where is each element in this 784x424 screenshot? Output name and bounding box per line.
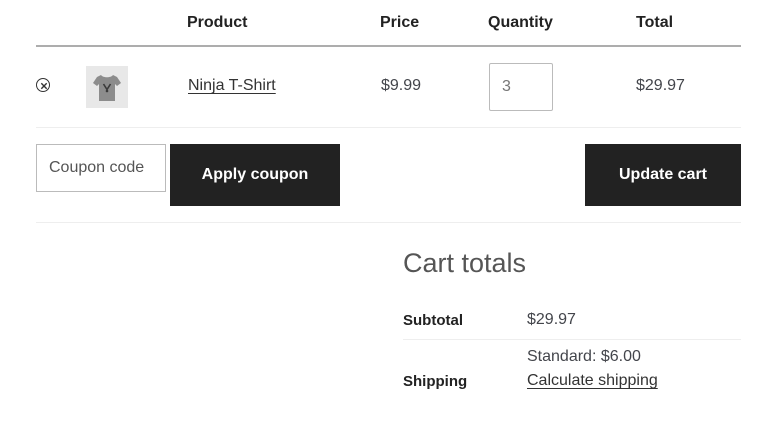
quantity-input[interactable] (489, 63, 553, 111)
shipping-method: Standard: $6.00 (527, 348, 641, 365)
subtotal-value: $29.97 (527, 311, 576, 328)
tshirt-icon (93, 75, 121, 101)
subtotal-label: Subtotal (403, 312, 463, 329)
remove-item-button[interactable] (36, 78, 50, 92)
column-header-price: Price (380, 14, 420, 31)
close-circle-icon (40, 82, 48, 90)
product-price: $9.99 (381, 77, 422, 94)
shipping-label: Shipping (403, 373, 468, 390)
row-divider (36, 127, 741, 128)
calculate-shipping-link[interactable]: Calculate shipping (527, 372, 658, 390)
coupon-code-input[interactable] (36, 144, 166, 192)
actions-divider (36, 222, 741, 223)
cart-totals-heading: Cart totals (403, 248, 527, 278)
apply-coupon-button[interactable]: Apply coupon (170, 144, 340, 206)
column-header-product: Product (187, 14, 248, 31)
column-header-quantity: Quantity (488, 14, 553, 31)
table-header-divider (36, 45, 741, 47)
product-name-link[interactable]: Ninja T-Shirt (188, 77, 276, 95)
product-subtotal: $29.97 (636, 77, 685, 94)
column-header-total: Total (636, 14, 674, 31)
product-thumbnail[interactable] (86, 66, 128, 108)
totals-divider (403, 339, 741, 340)
update-cart-button[interactable]: Update cart (585, 144, 741, 206)
